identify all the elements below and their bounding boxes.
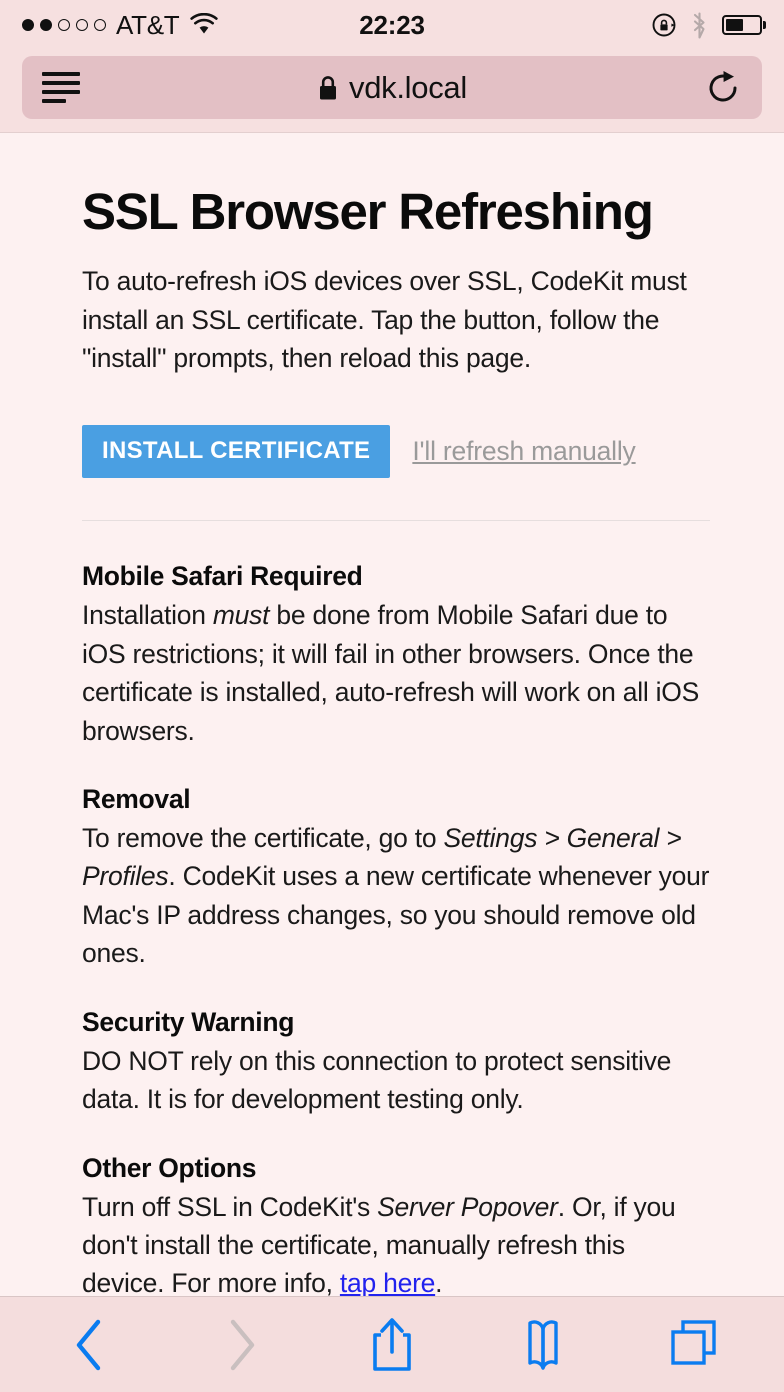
mobile-safari-window: AT&T 22:23 vdk.local SSL Browser Refresh… <box>0 0 784 1392</box>
action-row: INSTALL CERTIFICATE I'll refresh manuall… <box>82 425 710 479</box>
bookmarks-button[interactable] <box>495 1297 591 1392</box>
forward-button[interactable] <box>193 1297 289 1392</box>
info-section-heading: Mobile Safari Required <box>82 561 363 592</box>
bluetooth-icon <box>693 11 705 39</box>
emphasized-text: Server Popover <box>377 1191 558 1222</box>
address-bar-content: vdk.local <box>22 70 762 106</box>
bookmarks-book-icon <box>528 1319 558 1370</box>
back-button[interactable] <box>42 1297 138 1392</box>
browser-address-bar-container: vdk.local <box>0 50 784 133</box>
info-sections: Mobile Safari Required Installation must … <box>82 561 710 1296</box>
url-text: vdk.local <box>349 69 467 105</box>
reload-icon[interactable] <box>706 68 742 108</box>
share-icon <box>373 1317 411 1371</box>
web-page-content: SSL Browser Refreshing To auto-refresh i… <box>0 133 784 1296</box>
install-certificate-button[interactable]: INSTALL CERTIFICATE <box>82 425 391 479</box>
body-text: Installation <box>82 600 213 631</box>
section-divider <box>82 520 710 522</box>
lock-icon <box>320 75 337 99</box>
address-bar[interactable]: vdk.local <box>22 56 762 119</box>
info-section: Security Warning DO NOT rely on this conn… <box>82 1007 710 1119</box>
info-section-body: To remove the certificate, go to Setting… <box>82 819 710 973</box>
back-chevron-icon <box>76 1319 100 1370</box>
signal-dot <box>40 19 52 31</box>
battery-icon <box>721 15 766 35</box>
cellular-signal-dots <box>22 19 106 31</box>
signal-dot <box>58 19 70 31</box>
body-text: DO NOT rely on this connection to protec… <box>82 1045 672 1115</box>
info-section-heading: Removal <box>82 784 191 815</box>
info-section: Other Options Turn off SSL in CodeKit's S… <box>82 1153 710 1296</box>
carrier-label: AT&T <box>116 9 180 40</box>
info-section-body: Turn off SSL in CodeKit's Server Popover… <box>82 1188 710 1296</box>
info-section-heading: Other Options <box>82 1152 257 1183</box>
share-button[interactable] <box>344 1297 440 1392</box>
status-bar-left-group: AT&T <box>22 10 219 41</box>
ios-status-bar: AT&T 22:23 <box>0 0 784 50</box>
tabs-button[interactable] <box>646 1297 742 1392</box>
emphasized-text: must <box>212 600 270 631</box>
forward-chevron-icon <box>230 1319 254 1370</box>
tap-here-link[interactable]: tap here <box>340 1268 436 1296</box>
tabs-icon <box>671 1319 717 1365</box>
info-section: Removal To remove the certificate, go to … <box>82 784 710 973</box>
signal-dot <box>76 19 88 31</box>
body-text: Turn off SSL in CodeKit's <box>82 1191 378 1222</box>
page-intro-paragraph: To auto-refresh iOS devices over SSL, Co… <box>82 266 687 373</box>
browser-bottom-toolbar <box>0 1296 784 1392</box>
refresh-manually-link[interactable]: I'll refresh manually <box>412 436 635 467</box>
info-section-body: Installation must be done from Mobile Sa… <box>82 596 710 750</box>
info-section-body: DO NOT rely on this connection to protec… <box>82 1042 710 1119</box>
rotation-lock-icon <box>652 13 675 37</box>
signal-dot <box>94 19 106 31</box>
page-title: SSL Browser Refreshing <box>82 183 654 240</box>
body-text: . CodeKit uses a new certificate wheneve… <box>82 861 710 969</box>
info-section-heading: Security Warning <box>82 1006 295 1037</box>
status-bar-right-group <box>651 11 766 39</box>
info-section: Mobile Safari Required Installation must … <box>82 561 710 750</box>
body-text: To remove the certificate, go to <box>82 823 444 854</box>
reader-view-icon[interactable] <box>42 72 80 103</box>
signal-dot <box>22 19 34 31</box>
body-text: . <box>435 1268 443 1296</box>
wifi-icon <box>190 13 219 34</box>
